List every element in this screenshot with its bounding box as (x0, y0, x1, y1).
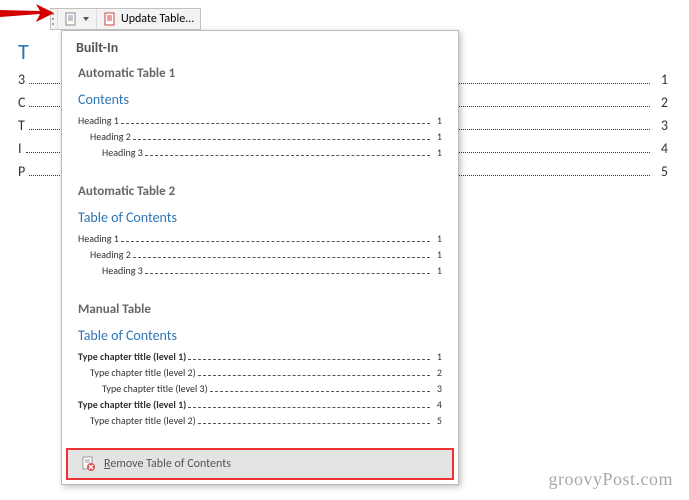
watermark: groovyPost.com (548, 469, 673, 490)
leader-dots (121, 123, 430, 124)
preview-row-label: Heading 2 (90, 248, 131, 261)
preview-row-label: Heading 1 (78, 114, 119, 127)
preview-row: Type chapter title (level 2) 2 (78, 366, 442, 379)
preview-title: Automatic Table 2 (78, 184, 442, 199)
preview-header: Contents (78, 91, 442, 108)
preview-row-label: Type chapter title (level 1) (78, 350, 186, 363)
preview-row: Heading 3 1 (78, 146, 442, 159)
row-page: 3 (654, 117, 668, 134)
preview-row-page: 3 (432, 382, 442, 395)
preview-row-label: Heading 2 (90, 130, 131, 143)
chevron-down-icon (82, 12, 90, 26)
preview-row-page: 2 (432, 366, 442, 379)
row-stub: I (18, 140, 22, 157)
preview-header: Table of Contents (78, 209, 442, 226)
leader-dots (145, 155, 430, 156)
preview-row: Type chapter title (level 2) 5 (78, 414, 442, 427)
remove-toc-label: Remove Table of Contents (104, 457, 231, 471)
gallery-category-label: Built-In (62, 31, 458, 58)
preview-row-page: 1 (432, 114, 442, 127)
preview-row-page: 1 (432, 264, 442, 277)
update-icon (103, 12, 117, 26)
leader-dots (133, 257, 430, 258)
preview-row: Heading 2 1 (78, 248, 442, 261)
preview-row-label: Type chapter title (level 2) (90, 414, 196, 427)
preview-row-page: 4 (432, 398, 442, 411)
preview-row-page: 5 (432, 414, 442, 427)
preview-row: Heading 3 1 (78, 264, 442, 277)
remove-doc-icon (80, 456, 96, 472)
preview-row-page: 1 (432, 146, 442, 159)
preview-row-page: 1 (432, 350, 442, 363)
document-icon (64, 12, 78, 26)
row-page: 1 (654, 71, 668, 88)
preview-row-page: 1 (432, 130, 442, 143)
gallery-item-automatic-table-1[interactable]: Automatic Table 1 Contents Heading 11Hea… (72, 62, 448, 172)
remove-toc-button[interactable]: Remove Table of Contents (66, 448, 454, 480)
row-stub: T (18, 117, 25, 134)
preview-title: Manual Table (78, 302, 442, 317)
toc-mini-toolbar: Update Table... (50, 8, 201, 30)
leader-dots (133, 139, 430, 140)
leader-dots (198, 375, 430, 376)
preview-row-label: Type chapter title (level 3) (102, 382, 208, 395)
leader-dots (188, 359, 430, 360)
preview-row-label: Heading 1 (78, 232, 119, 245)
gallery-item-automatic-table-2[interactable]: Automatic Table 2 Table of Contents Head… (72, 180, 448, 290)
leader-dots (210, 391, 430, 392)
row-stub: 3 (18, 71, 25, 88)
preview-row-label: Type chapter title (level 1) (78, 398, 186, 411)
preview-row: Heading 1 1 (78, 232, 442, 245)
preview-row: Type chapter title (level 1) 1 (78, 350, 442, 363)
preview-row: Heading 1 1 (78, 114, 442, 127)
preview-row-label: Heading 3 (102, 146, 143, 159)
gallery-item-manual-table[interactable]: Manual Table Table of Contents Type chap… (72, 298, 448, 440)
leader-dots (188, 407, 430, 408)
row-page: 4 (654, 140, 668, 157)
preview-title: Automatic Table 1 (78, 66, 442, 81)
preview-row-page: 1 (432, 232, 442, 245)
leader-dots (145, 273, 430, 274)
update-table-button[interactable]: Update Table... (96, 9, 200, 29)
preview-row-page: 1 (432, 248, 442, 261)
update-table-label: Update Table... (121, 12, 194, 26)
row-stub: C (18, 94, 25, 111)
toc-gallery-button[interactable] (57, 9, 96, 29)
preview-row: Heading 2 1 (78, 130, 442, 143)
preview-header: Table of Contents (78, 327, 442, 344)
preview-row-label: Heading 3 (102, 264, 143, 277)
preview-row: Type chapter title (level 3) 3 (78, 382, 442, 395)
leader-dots (121, 241, 430, 242)
preview-row: Type chapter title (level 1) 4 (78, 398, 442, 411)
row-page: 2 (654, 94, 668, 111)
toc-gallery-dropdown: Built-In Automatic Table 1 Contents Head… (61, 30, 459, 485)
preview-row-label: Type chapter title (level 2) (90, 366, 196, 379)
leader-dots (198, 423, 430, 424)
annotation-arrow (0, 2, 55, 32)
row-page: 5 (654, 163, 668, 180)
row-stub: P (18, 163, 25, 180)
